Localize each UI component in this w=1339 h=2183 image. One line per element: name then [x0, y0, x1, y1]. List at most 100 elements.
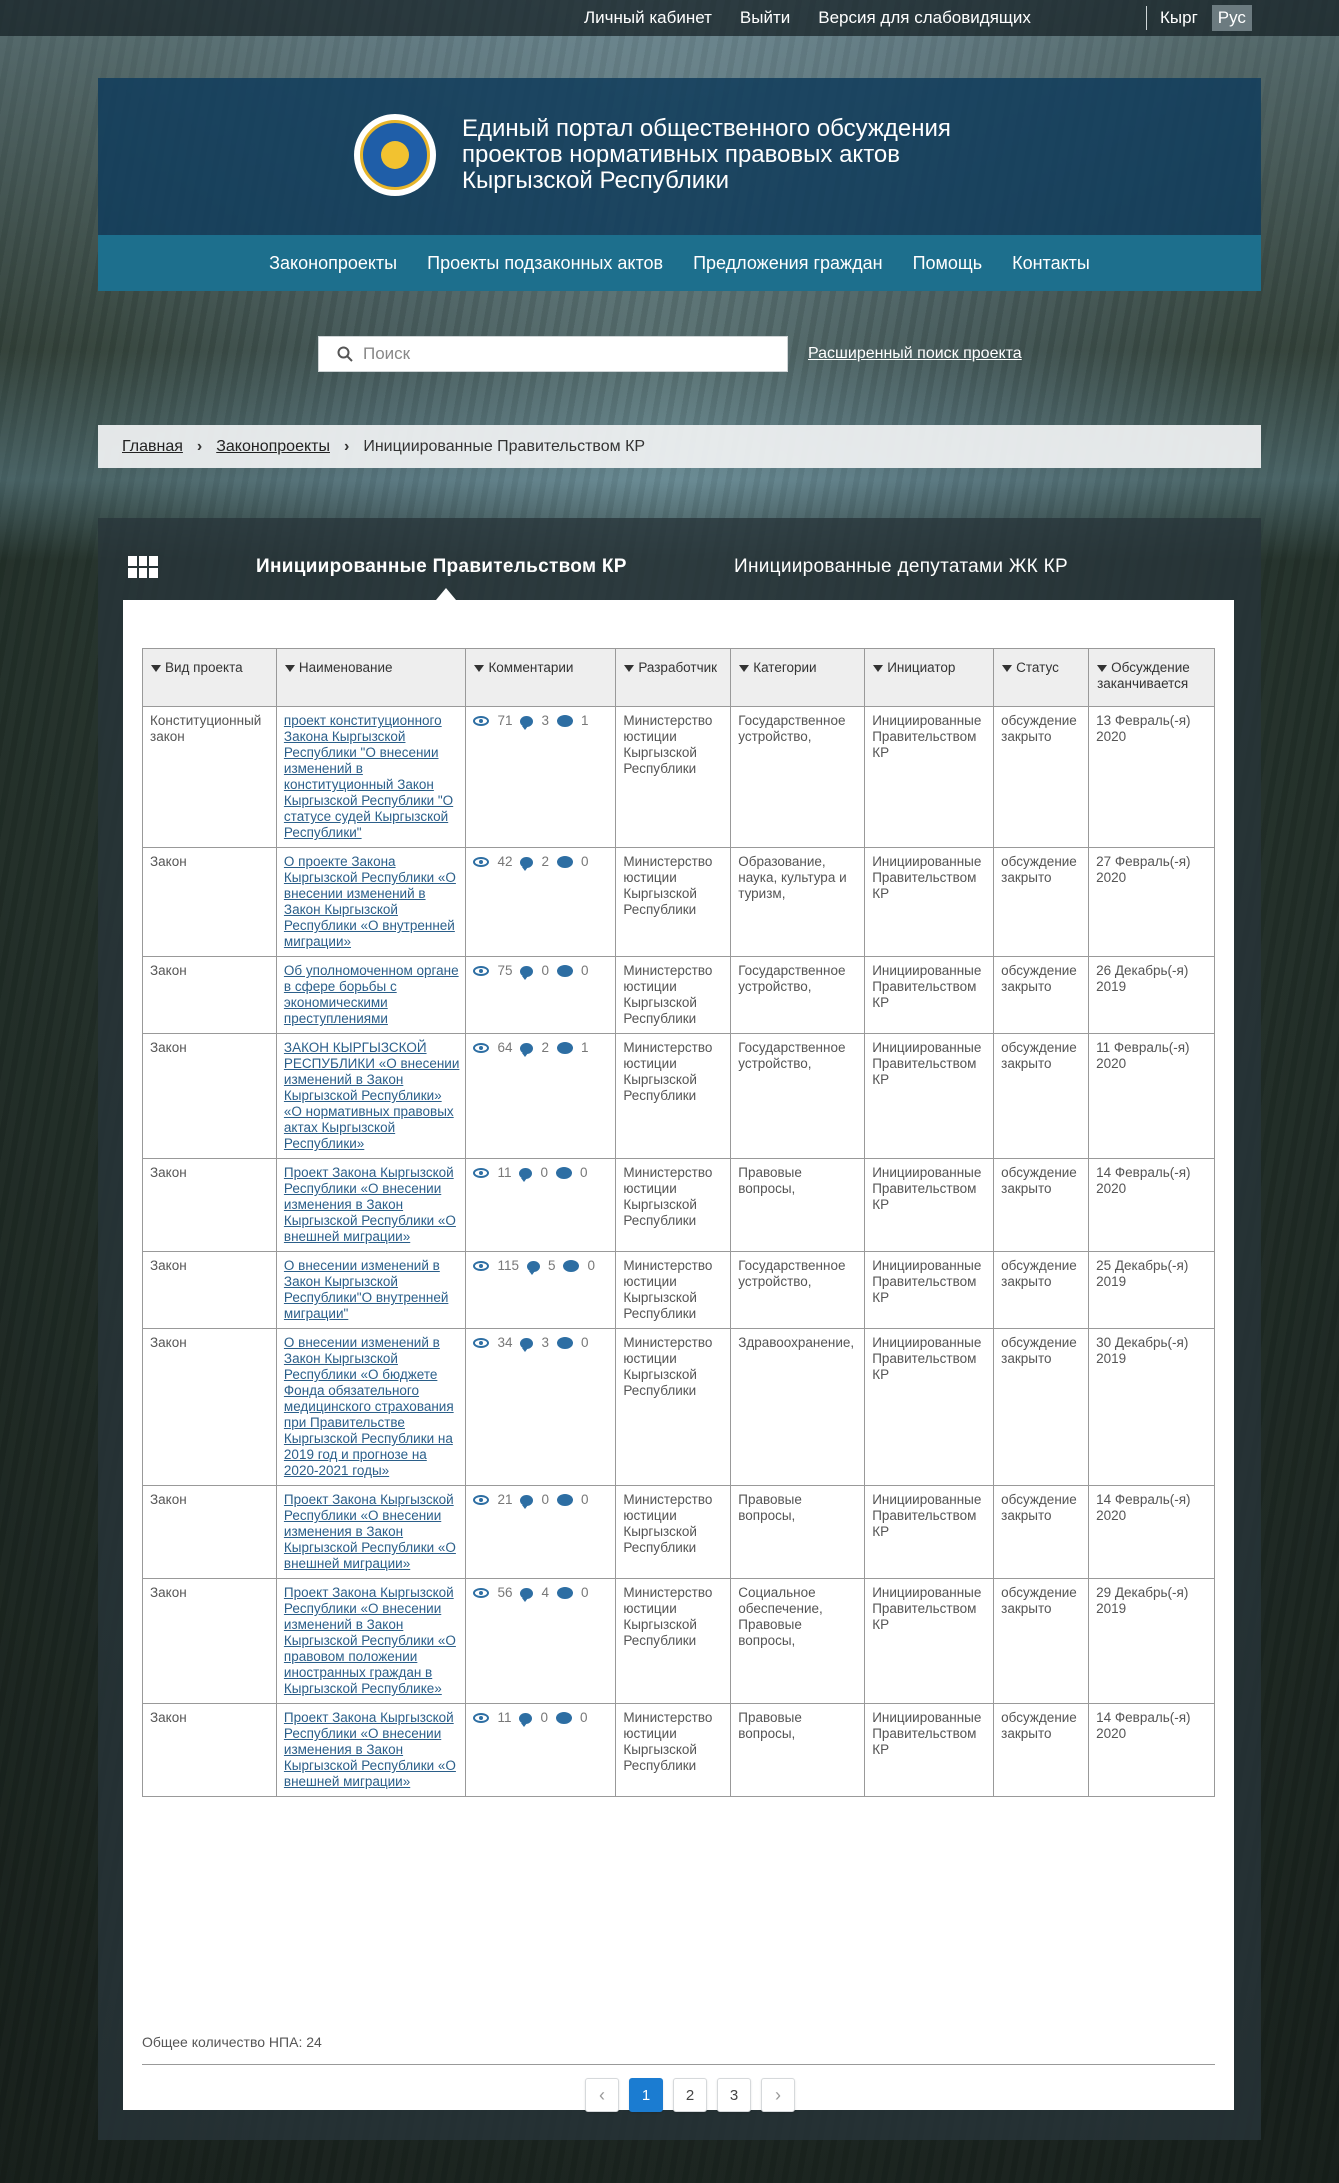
portal-title-line-3: Кыргызской Республики [462, 167, 730, 194]
col-header-status[interactable]: Статус [993, 648, 1090, 707]
project-link[interactable]: Проект Закона Кыргызской Республики «О в… [284, 1585, 456, 1696]
project-link[interactable]: проект конституционного Закона Кыргызско… [284, 713, 453, 840]
project-link[interactable]: Об уполномоченном органе в сфере борьбы … [284, 963, 459, 1026]
cell-name: Проект Закона Кыргызской Республики «О в… [275, 1578, 467, 1704]
lang-russian[interactable]: Рус [1211, 5, 1252, 31]
cell-status: обсуждение закрыто [993, 1251, 1090, 1329]
replies-icon [556, 1042, 573, 1054]
eye-icon [473, 1713, 490, 1723]
cell-initiator: Инициированные Правительством КР [864, 706, 995, 848]
pagination-next-chevron-icon[interactable]: › [761, 2078, 795, 2112]
table-header-row: Вид проекта Наименование Комментарии Раз… [142, 648, 1215, 707]
comment-icon [519, 1712, 533, 1727]
project-link[interactable]: Проект Закона Кыргызской Республики «О в… [284, 1710, 456, 1789]
breadcrumb-bills[interactable]: Законопроекты [216, 438, 330, 456]
views-count: 21 [497, 1492, 513, 1507]
cell-developer: Министерство юстиции Кыргызской Республи… [615, 847, 732, 957]
portal-title-line-1: Единый портал общественного обсуждения [462, 115, 951, 142]
table-row: Закон О внесении изменений в Закон Кыргыз… [142, 1251, 1215, 1329]
search-input[interactable] [363, 344, 763, 364]
eye-icon [473, 1043, 490, 1053]
project-link[interactable]: О проекте Закона Кыргызской Республики «… [284, 854, 456, 949]
cell-initiator: Инициированные Правительством КР [864, 1703, 995, 1797]
cell-comments: 115 5 0 [465, 1251, 617, 1329]
main-navigation: Законопроекты Проекты подзаконных актов … [98, 235, 1261, 291]
sort-arrow-icon [1097, 664, 1108, 672]
cell-status: обсуждение закрыто [993, 1485, 1090, 1579]
cell-type: Закон [142, 1158, 277, 1252]
comments-count: 0 [541, 1492, 549, 1507]
col-header-categories[interactable]: Категории [730, 648, 866, 707]
cell-ends: 29 Декабрь(-я) 2019 [1088, 1578, 1215, 1704]
state-emblem-logo[interactable] [354, 114, 436, 196]
cell-initiator: Инициированные Правительством КР [864, 1158, 995, 1252]
search-box [318, 336, 788, 372]
cell-ends: 11 Февраль(-я) 2020 [1088, 1033, 1215, 1159]
content-area: Инициированные Правительством КР Инициир… [98, 518, 1261, 2140]
advanced-search-link[interactable]: Расширенный поиск проекта [808, 345, 1022, 363]
table-row: Закон Проект Закона Кыргызской Республики… [142, 1158, 1215, 1252]
cell-type: Закон [142, 1703, 277, 1797]
personal-cabinet-link[interactable]: Личный кабинет [584, 8, 712, 28]
nav-bylaw-drafts[interactable]: Проекты подзаконных актов [427, 253, 663, 274]
replies-count: 0 [587, 1258, 595, 1273]
comments-count: 2 [541, 854, 549, 869]
tab-deputy-initiated[interactable]: Инициированные депутатами ЖК КР [734, 556, 1068, 578]
logout-link[interactable]: Выйти [740, 8, 790, 28]
pagination-page-2[interactable]: 2 [673, 2078, 707, 2112]
cell-status: обсуждение закрыто [993, 1703, 1090, 1797]
col-header-developer[interactable]: Разработчик [615, 648, 732, 707]
search-row: Расширенный поиск проекта [318, 336, 1022, 372]
eye-icon [473, 1338, 490, 1348]
cell-comments: 42 2 0 [465, 847, 617, 957]
table-row: Закон ЗАКОН КЫРГЫЗСКОЙ РЕСПУБЛИКИ «О внес… [142, 1033, 1215, 1159]
pagination-page-3[interactable]: 3 [717, 2078, 751, 2112]
nav-citizen-proposals[interactable]: Предложения граждан [693, 253, 882, 274]
lang-kyrgyz[interactable]: Кырг [1160, 8, 1198, 28]
cell-name: О внесении изменений в Закон Кыргызской … [275, 1251, 467, 1329]
cell-type: Закон [142, 1485, 277, 1579]
grid-view-icon[interactable] [128, 556, 158, 578]
col-header-name[interactable]: Наименование [275, 648, 467, 707]
table-row: Закон Проект Закона Кыргызской Республики… [142, 1703, 1215, 1797]
comments-count: 0 [541, 963, 549, 978]
cell-category: Правовые вопросы, [730, 1158, 866, 1252]
project-link[interactable]: Проект Закона Кыргызской Республики «О в… [284, 1492, 456, 1571]
cell-category: Правовые вопросы, [730, 1485, 866, 1579]
cell-status: обсуждение закрыто [993, 956, 1090, 1034]
col-header-type[interactable]: Вид проекта [142, 648, 277, 707]
search-icon [337, 346, 353, 362]
col-header-ends[interactable]: Обсуждение заканчивается [1088, 648, 1215, 707]
pagination-prev-chevron-icon[interactable]: ‹ [585, 2078, 619, 2112]
cell-ends: 14 Февраль(-я) 2020 [1088, 1485, 1215, 1579]
cell-category: Государственное устройство, [730, 706, 866, 848]
project-link[interactable]: ЗАКОН КЫРГЫЗСКОЙ РЕСПУБЛИКИ «О внесении … [284, 1040, 459, 1151]
eye-icon [473, 1168, 490, 1178]
replies-count: 0 [580, 963, 589, 978]
pagination: ‹ 1 2 3 › [585, 2078, 795, 2112]
comment-icon [520, 1337, 534, 1352]
tab-government-initiated[interactable]: Инициированные Правительством КР [256, 556, 627, 578]
cell-category: Государственное устройство, [730, 1033, 866, 1159]
low-vision-link[interactable]: Версия для слабовидящих [818, 8, 1031, 28]
breadcrumb-home[interactable]: Главная [122, 438, 183, 456]
cell-name: Проект Закона Кыргызской Республики «О в… [275, 1485, 467, 1579]
project-link[interactable]: О внесении изменений в Закон Кыргызской … [284, 1335, 454, 1478]
breadcrumb: Главная › Законопроекты › Инициированные… [98, 425, 1261, 468]
pagination-page-1[interactable]: 1 [629, 2078, 663, 2112]
sort-arrow-icon [739, 664, 750, 672]
breadcrumb-current: Инициированные Правительством КР [363, 437, 646, 455]
project-link[interactable]: Проект Закона Кыргызской Республики «О в… [284, 1165, 456, 1244]
comments-count: 2 [541, 1040, 549, 1055]
nav-help[interactable]: Помощь [913, 253, 983, 274]
project-link[interactable]: О внесении изменений в Закон Кыргызской … [284, 1258, 448, 1321]
cell-type: Конституционный закон [142, 706, 277, 848]
col-header-initiator[interactable]: Инициатор [864, 648, 995, 707]
views-count: 56 [497, 1585, 513, 1600]
views-count: 71 [497, 713, 513, 728]
nav-contacts[interactable]: Контакты [1012, 253, 1090, 274]
nav-bills[interactable]: Законопроекты [269, 253, 397, 274]
comment-icon [526, 1260, 540, 1275]
comments-count: 3 [541, 1335, 549, 1350]
col-header-comments[interactable]: Комментарии [465, 648, 617, 707]
